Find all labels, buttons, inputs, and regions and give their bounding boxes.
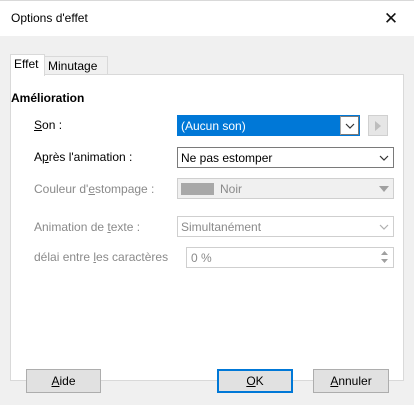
ok-button[interactable]: OK (217, 369, 293, 393)
play-icon (375, 120, 381, 131)
delai-value: 0 % (191, 251, 212, 265)
help-button[interactable]: Aide (26, 369, 101, 393)
tab-minutage[interactable]: Minutage (44, 56, 108, 74)
spin-up-icon[interactable] (376, 249, 392, 257)
title-bar: Options d'effet ✕ (0, 0, 414, 36)
apres-animation-select[interactable]: Ne pas estomper (177, 147, 394, 168)
delai-caracteres-label: délai entre les caractères (34, 250, 169, 264)
apres-animation-label: Après l'animation : (34, 150, 133, 164)
tab-label: Effet (14, 57, 39, 71)
animation-texte-value: Simultanément (181, 220, 262, 234)
play-sound-button[interactable] (368, 115, 388, 136)
tab-label: Minutage (48, 59, 98, 73)
close-button[interactable]: ✕ (368, 1, 414, 36)
son-label: Son : (34, 118, 63, 132)
window-title: Options d'effet (11, 11, 88, 25)
delai-caracteres-spinbox[interactable]: 0 % (186, 247, 394, 268)
close-icon: ✕ (383, 8, 399, 28)
couleur-estompage-select[interactable]: Noir (177, 178, 394, 199)
color-swatch (181, 183, 214, 195)
apres-animation-value: Ne pas estomper (181, 151, 273, 165)
chevron-down-icon[interactable] (374, 148, 393, 167)
animation-texte-label: Animation de texte : (34, 220, 141, 234)
dialog-body: Effet Minutage Amélioration Son : (Aucun… (0, 36, 414, 405)
chevron-down-icon (374, 179, 393, 198)
chevron-down-icon (374, 217, 393, 236)
son-value: (Aucun son) (181, 119, 246, 133)
section-title-amelioration: Amélioration (11, 91, 85, 105)
couleur-estompage-label: Couleur d'estompage : (34, 182, 155, 196)
chevron-down-icon[interactable] (340, 116, 359, 135)
spin-down-icon[interactable] (376, 257, 392, 265)
tab-effet[interactable]: Effet (10, 54, 45, 76)
cancel-button[interactable]: Annuler (313, 369, 389, 393)
son-select[interactable]: (Aucun son) (177, 115, 360, 136)
animation-texte-select[interactable]: Simultanément (177, 216, 394, 237)
couleur-value: Noir (220, 182, 243, 196)
